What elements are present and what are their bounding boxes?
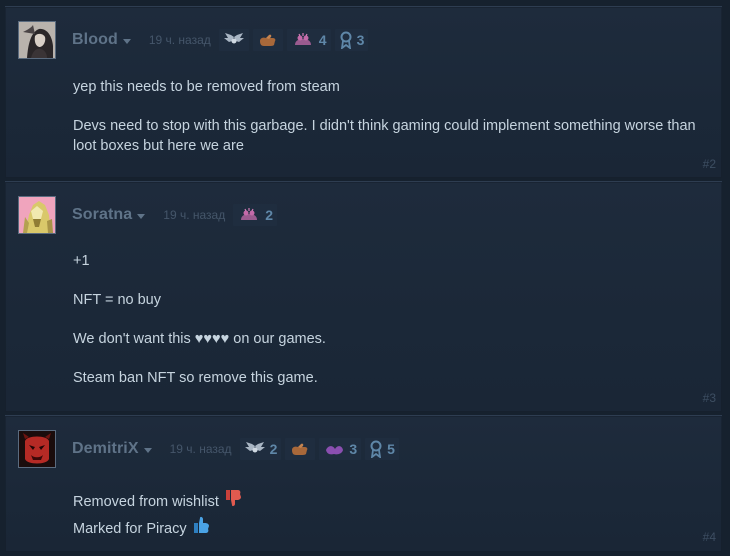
timestamp: 19 ч. назад bbox=[163, 208, 226, 222]
hand-award-icon bbox=[259, 34, 276, 46]
award-badge[interactable] bbox=[252, 29, 283, 51]
award-count: 2 bbox=[265, 207, 274, 223]
comment-paragraph: yep this needs to be removed from steam bbox=[73, 79, 340, 95]
wings-award-icon bbox=[244, 442, 265, 453]
award-badge[interactable]: 3 bbox=[334, 29, 369, 51]
comment-body: Removed from wishlist Marked for Piracy bbox=[73, 488, 693, 542]
ribbon-award-icon bbox=[370, 440, 382, 458]
avatar-image bbox=[19, 22, 55, 58]
clap-award-icon bbox=[326, 446, 344, 455]
comment-paragraph: We don't want this ♥♥♥♥ on our games. bbox=[73, 331, 326, 347]
clap-award-icon bbox=[241, 208, 258, 220]
award-badge[interactable]: 3 bbox=[319, 438, 362, 460]
timestamp: 19 ч. назад bbox=[169, 442, 232, 456]
comment: DemitriX 19 ч. назад 2 3 5 Removed from … bbox=[5, 415, 722, 552]
award-count: 2 bbox=[269, 441, 278, 457]
ribbon-award-icon bbox=[340, 31, 352, 49]
thumbs-up-icon bbox=[191, 515, 211, 542]
avatar-image bbox=[19, 431, 55, 467]
award-badge[interactable]: 4 bbox=[286, 29, 331, 51]
comment: Blood 19 ч. назад 4 3 yep this needs to … bbox=[5, 6, 722, 178]
award-count: 5 bbox=[387, 441, 395, 457]
post-number[interactable]: #4 bbox=[703, 530, 716, 544]
post-number[interactable]: #3 bbox=[703, 391, 716, 405]
avatar[interactable] bbox=[18, 430, 56, 468]
comment-paragraph: +1 bbox=[73, 253, 90, 269]
avatar[interactable] bbox=[18, 196, 56, 234]
avatar[interactable] bbox=[18, 21, 56, 59]
comment-header: Soratna 19 ч. назад 2 bbox=[72, 204, 281, 226]
chevron-down-icon[interactable] bbox=[143, 447, 152, 453]
comment-paragraph: NFT = no buy bbox=[73, 292, 161, 308]
award-count: 3 bbox=[349, 441, 358, 457]
comment-line: Removed from wishlist bbox=[73, 488, 693, 515]
award-count: 4 bbox=[318, 32, 327, 48]
avatar-image bbox=[19, 197, 55, 233]
comment-line-text: Removed from wishlist bbox=[73, 493, 219, 510]
author-name[interactable]: Blood bbox=[72, 31, 118, 49]
comment-line-text: Marked for Piracy bbox=[73, 520, 187, 537]
comment-header: DemitriX 19 ч. назад 2 3 5 bbox=[72, 438, 403, 460]
hand-award-icon bbox=[292, 443, 308, 455]
comment-body: yep this needs to be removed from steam … bbox=[73, 77, 713, 175]
post-number[interactable]: #2 bbox=[703, 157, 716, 171]
timestamp: 19 ч. назад bbox=[148, 33, 211, 47]
award-badge[interactable] bbox=[218, 29, 249, 51]
chevron-down-icon[interactable] bbox=[122, 38, 131, 44]
thumbs-down-icon bbox=[223, 488, 243, 515]
award-count: 3 bbox=[356, 32, 365, 48]
author-name[interactable]: Soratna bbox=[72, 206, 132, 224]
comment-line: Marked for Piracy bbox=[73, 515, 693, 542]
comment-paragraph: Devs need to stop with this garbage. I d… bbox=[73, 118, 696, 154]
comment-paragraph: Steam ban NFT so remove this game. bbox=[73, 370, 318, 386]
award-badge[interactable]: 5 bbox=[365, 438, 399, 460]
clap-award-icon bbox=[294, 33, 311, 45]
comment: Soratna 19 ч. назад 2 +1 NFT = no buy We… bbox=[5, 181, 722, 412]
comment-header: Blood 19 ч. назад 4 3 bbox=[72, 29, 372, 51]
author-name[interactable]: DemitriX bbox=[72, 440, 139, 458]
comment-thread: Blood 19 ч. назад 4 3 yep this needs to … bbox=[0, 0, 730, 556]
chevron-down-icon[interactable] bbox=[137, 213, 146, 219]
comment-body: +1 NFT = no buy We don't want this ♥♥♥♥ … bbox=[73, 251, 693, 407]
award-badge[interactable] bbox=[285, 438, 316, 460]
wings-award-icon bbox=[223, 33, 244, 44]
award-badge[interactable]: 2 bbox=[233, 204, 278, 226]
award-badge[interactable]: 2 bbox=[239, 438, 282, 460]
